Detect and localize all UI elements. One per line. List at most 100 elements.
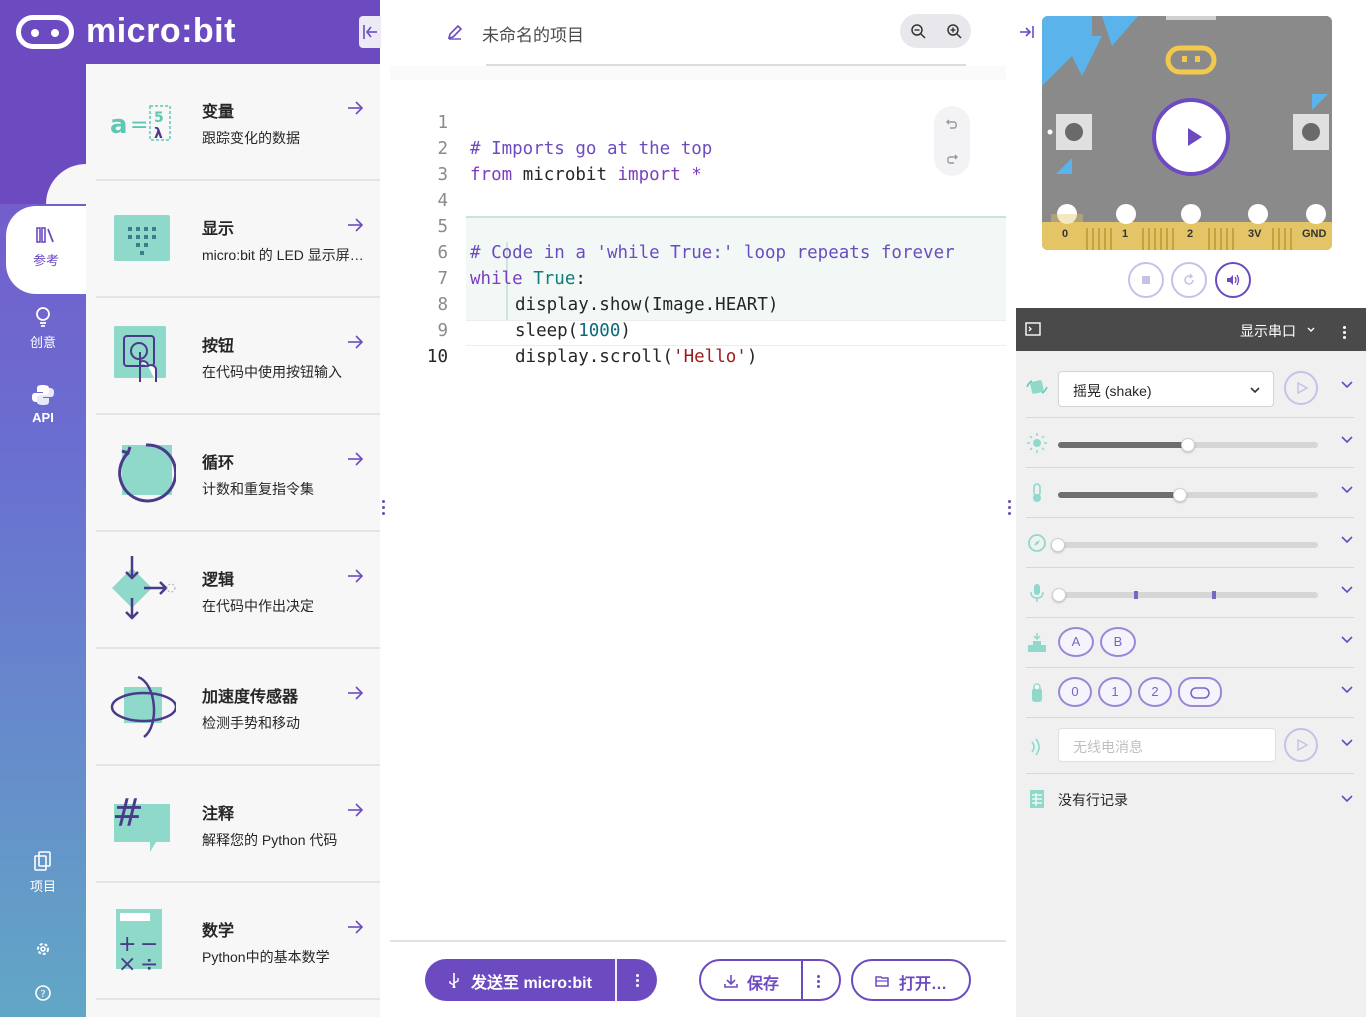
more-vertical-icon [817, 975, 821, 988]
rail-item-ideas[interactable]: 创意 [0, 306, 86, 351]
project-name[interactable]: 未命名的项目 [482, 21, 584, 46]
play-icon [1188, 128, 1202, 146]
rail-item-label: API [32, 410, 54, 425]
simulator-controls [1128, 262, 1251, 300]
send-gesture-button[interactable] [1284, 371, 1318, 405]
ref-item-logic[interactable]: 逻辑 在代码中作出决定 [96, 532, 380, 649]
chevron-down-icon[interactable] [1340, 380, 1354, 390]
zoom-in-button[interactable] [936, 14, 971, 48]
undo-redo-controls [934, 106, 970, 176]
slider-knob[interactable] [1051, 538, 1065, 552]
ref-item-desc: micro:bit 的 LED 显示屏… [202, 247, 364, 263]
undo-icon [946, 119, 957, 129]
send-radio-button[interactable] [1284, 728, 1318, 762]
refresh-icon [1184, 273, 1194, 285]
line-number: 10 [426, 347, 448, 367]
chevron-down-icon[interactable] [1340, 635, 1354, 645]
stop-icon [1142, 276, 1150, 284]
left-panel-resize-handle[interactable] [382, 500, 386, 518]
redo-button[interactable] [934, 141, 970, 176]
radio-message-input[interactable]: 无线电消息 [1058, 728, 1276, 762]
slider-fill [1058, 492, 1181, 498]
zoom-in-icon [946, 24, 962, 39]
ref-item-loops[interactable]: 循环 计数和重复指令集 [96, 415, 380, 532]
rail-item-api[interactable]: API [0, 384, 86, 425]
button-a[interactable]: A [1058, 627, 1094, 657]
data-log-label: 没有行记录 [1058, 792, 1128, 808]
compass-slider[interactable] [1051, 538, 1318, 552]
light-level-slider[interactable] [1058, 438, 1318, 452]
editor-header: 未命名的项目 [390, 0, 1006, 66]
folder-open-icon [875, 976, 889, 987]
touch-pin-2[interactable]: 2 [1138, 677, 1172, 707]
reset-button[interactable] [1171, 262, 1207, 298]
stop-button[interactable] [1128, 262, 1164, 298]
open-button[interactable]: 打开… [851, 959, 971, 1001]
send-more-options-button[interactable] [617, 959, 657, 1001]
ref-item-desc: 解释您的 Python 代码 [202, 832, 338, 848]
ref-item-variables[interactable]: a = 5 λ 变量 跟踪变化的数据 [96, 64, 380, 181]
collapse-sidebar-button[interactable] [359, 16, 381, 48]
help-button[interactable]: ? [0, 982, 86, 1008]
ref-item-math[interactable]: + − × ÷ 数学 Python中的基本数学 [96, 883, 380, 1000]
ref-item-accelerometer[interactable]: 加速度传感器 检测手势和移动 [96, 649, 380, 766]
code-text-area[interactable]: 1 # Imports go at the top 2 from microbi… [390, 80, 1006, 940]
expand-right-icon[interactable] [1018, 24, 1036, 40]
mute-button[interactable] [1215, 262, 1251, 298]
pin-label: GND [1302, 228, 1327, 240]
temperature-slider[interactable] [1058, 488, 1318, 502]
zoom-out-button[interactable] [900, 14, 935, 48]
rail-item-reference[interactable]: 参考 [6, 206, 86, 294]
save-button[interactable]: 保存 [699, 959, 841, 1001]
touch-pin-1[interactable]: 1 [1098, 677, 1132, 707]
simulator-play-button[interactable] [1152, 98, 1230, 176]
button-b[interactable]: B [1100, 627, 1136, 657]
ref-item-buttons[interactable]: 按钮 在代码中使用按钮输入 [96, 298, 380, 415]
settings-icon [37, 943, 49, 955]
code-line: 6 while True: [390, 214, 1006, 289]
slider-knob[interactable] [1181, 438, 1195, 452]
touch-pin-0[interactable]: 0 [1058, 677, 1092, 707]
right-panel-resize-handle[interactable] [1008, 500, 1012, 518]
chevron-down-icon[interactable] [1340, 535, 1354, 545]
arrow-right-icon [348, 803, 364, 817]
ref-item-title: 加速度传感器 [202, 689, 299, 706]
gesture-select[interactable]: 摇晃 (shake) [1058, 371, 1274, 407]
chevron-down-icon[interactable] [1340, 435, 1354, 445]
undo-button[interactable] [934, 106, 970, 141]
chevron-down-icon[interactable] [1340, 794, 1354, 804]
sound-threshold-mark[interactable] [1212, 591, 1216, 599]
chevron-down-icon[interactable] [1340, 485, 1354, 495]
ref-item-comments[interactable]: # 注释 解释您的 Python 代码 [96, 766, 380, 883]
settings-button[interactable] [0, 938, 86, 964]
slider-knob[interactable] [1052, 588, 1066, 602]
serial-bar[interactable]: 显示串口 [1016, 308, 1366, 351]
simulator-device-area: 0 1 2 3V GND [1016, 0, 1366, 308]
microbit-board: 0 1 2 3V GND [1042, 16, 1332, 250]
sound-threshold-mark[interactable] [1134, 591, 1138, 599]
save-more-options-button[interactable] [817, 973, 821, 990]
buttons-icon [114, 326, 166, 382]
rail-item-projects[interactable]: 项目 [0, 850, 86, 895]
ref-item-title: 变量 [202, 104, 235, 121]
pin-label: 1 [1122, 228, 1129, 240]
chevron-down-icon[interactable] [1340, 585, 1354, 595]
touch-logo-button[interactable] [1178, 677, 1222, 707]
arrow-right-icon [348, 335, 364, 349]
code-line: 2 from microbit import * [390, 110, 1006, 185]
chevron-down-icon[interactable] [1340, 685, 1354, 695]
sound-level-slider[interactable] [1052, 588, 1318, 602]
slider-knob[interactable] [1173, 488, 1188, 502]
arrow-right-icon [348, 452, 364, 466]
save-button-label: 保存 [747, 976, 780, 993]
send-to-microbit-button[interactable]: 发送至 micro:bit [425, 959, 657, 1001]
serial-more-options-button[interactable] [1343, 324, 1346, 341]
ref-item-display[interactable]: 显示 micro:bit 的 LED 显示屏… [96, 181, 380, 298]
ref-item-title: 显示 [202, 221, 235, 238]
edit-pencil-icon[interactable] [446, 23, 464, 41]
project-name-underline [486, 64, 966, 66]
logo-bar: micro:bit [0, 0, 381, 64]
send-button-label: 发送至 micro:bit [471, 975, 592, 992]
logic-icon [112, 556, 176, 620]
chevron-down-icon[interactable] [1340, 738, 1354, 748]
